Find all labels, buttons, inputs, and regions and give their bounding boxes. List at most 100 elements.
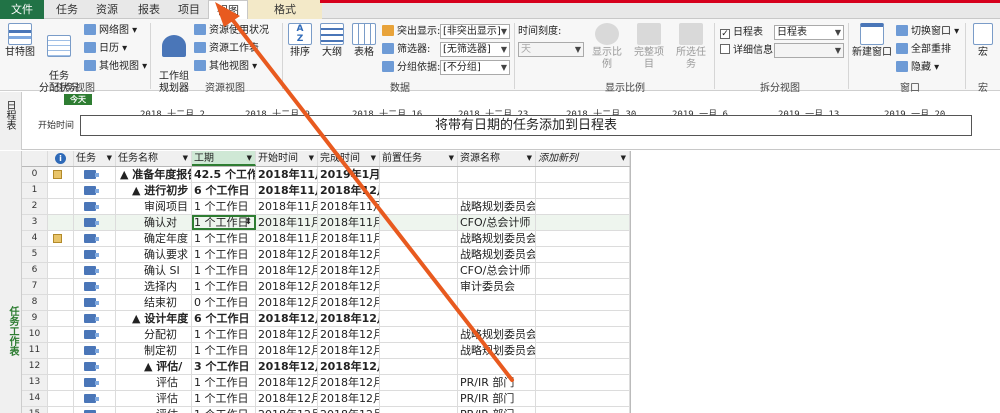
cell-start[interactable]: 2018年12月 [256,311,318,326]
select-all-corner[interactable] [22,151,48,166]
tables-button[interactable]: 表格 [350,23,378,59]
indicator-cell[interactable] [48,215,74,230]
cell-duration[interactable]: 6 个工作日 [192,183,256,198]
task-mode-cell[interactable] [74,167,116,182]
row-number[interactable]: 3 [22,215,48,230]
cell-name[interactable]: 制定初 [116,343,192,358]
task-mode-cell[interactable] [74,215,116,230]
cell-finish[interactable]: 2018年12月 [318,183,380,198]
group-by-dropdown[interactable]: [不分组] ▼ [440,60,510,75]
timeline-view-dropdown[interactable]: 日程表 ▼ [774,25,844,40]
cell-duration[interactable]: 1 个工作日 [192,391,256,406]
sort-button[interactable]: AZ 排序 [286,23,314,59]
cell-duration[interactable]: 1 个工作日 [192,231,256,246]
cell-start[interactable]: 2018年12月 [256,343,318,358]
indicator-cell[interactable] [48,327,74,342]
cell-finish[interactable]: 2019年1月2 [318,167,380,182]
cell-res[interactable]: 审计委员会 [458,279,536,294]
cell-finish[interactable]: 2018年12月14 [318,407,380,413]
tab-task[interactable]: 任务 [50,0,84,19]
timeline-bar[interactable]: 将带有日期的任务添加到日程表 [80,115,972,136]
cell-res[interactable]: PR/IR 部门 [458,375,536,390]
tab-format[interactable]: 格式 [248,0,322,19]
indicator-cell[interactable] [48,167,74,182]
row-number[interactable]: 2 [22,199,48,214]
cell-res[interactable]: 战略规划委员会 [458,199,536,214]
tab-view[interactable]: 视图 [208,0,248,19]
cell-pred[interactable] [380,407,458,413]
table-row[interactable]: 9 ▲ 设计年度 6 个工作日 2018年12月2018年12月 [22,311,630,327]
table-row[interactable]: 2 审阅项目 1 个工作日 2018年11月 2018年11月 战略规划委员会 [22,199,630,215]
cell-res[interactable]: CFO/总会计师 [458,215,536,230]
cell-name[interactable]: 审阅项目 [116,199,192,214]
cell-duration[interactable]: 0 个工作日 [192,295,256,310]
cell-pred[interactable] [380,295,458,310]
task-mode-cell[interactable] [74,327,116,342]
cell-finish[interactable]: 2018年11月 [318,199,380,214]
cell-finish[interactable]: 2018年12月11 [318,375,380,390]
task-mode-cell[interactable] [74,359,116,374]
cell-res[interactable] [458,311,536,326]
table-row[interactable]: 8 结束初 0 个工作日 2018年12月2018年12月7 [22,295,630,311]
empty-cell[interactable] [536,327,630,342]
cell-pred[interactable] [380,263,458,278]
empty-cell[interactable] [536,263,630,278]
cell-name[interactable]: 确认对 [116,215,192,230]
cell-duration[interactable]: 42.5 个工作日 [192,167,256,182]
table-row[interactable]: 1 ▲ 进行初步 6 个工作日 2018年11月2018年12月 [22,183,630,199]
row-number[interactable]: 15 [22,407,48,413]
arrange-all-button[interactable]: 全部重排 [896,42,951,57]
task-mode-cell[interactable] [74,407,116,413]
cell-start[interactable]: 2018年12月 [256,247,318,262]
indicator-cell[interactable] [48,407,74,413]
cell-finish[interactable]: 2018年12月5 [318,263,380,278]
cell-finish[interactable]: 2018年12月10 [318,343,380,358]
row-number[interactable]: 0 [22,167,48,182]
cell-duration[interactable]: 1 个工作日 [192,375,256,390]
cell-finish[interactable]: 2018年12月6 [318,279,380,294]
cell-pred[interactable] [380,391,458,406]
empty-cell[interactable] [536,247,630,262]
empty-cell[interactable] [536,231,630,246]
cell-pred[interactable] [380,359,458,374]
cell-finish[interactable]: 2018年11月2 [318,215,380,230]
row-number[interactable]: 8 [22,295,48,310]
empty-cell[interactable] [536,295,630,310]
resource-usage-button[interactable]: 资源使用状况 [194,23,272,38]
start-column-header[interactable]: 开始时间 ▼ [256,151,318,166]
cell-finish[interactable]: 2018年12月7 [318,295,380,310]
empty-cell[interactable] [536,183,630,198]
cell-name[interactable]: 结束初 [116,295,192,310]
task-name-column-header[interactable]: 任务名称 ▼ [116,151,192,166]
tab-report[interactable]: 报表 [132,0,166,19]
cell-res[interactable] [458,359,536,374]
cell-start[interactable]: 2018年12月 [256,407,318,413]
new-window-button[interactable]: 新建窗口 [852,23,892,59]
row-number[interactable]: 9 [22,311,48,326]
cell-name[interactable]: 确认要求 [116,247,192,262]
zoom-button[interactable]: 显示比例 [588,23,626,71]
row-number[interactable]: 11 [22,343,48,358]
outline-button[interactable]: 大纲 [318,23,346,59]
task-mode-cell[interactable] [74,183,116,198]
table-row[interactable]: 7 选择内 1 个工作日 2018年12月2018年12月6 审计委员会 [22,279,630,295]
timescale-dropdown[interactable]: 天 ▼ [518,42,584,57]
empty-cell[interactable] [536,343,630,358]
details-view-dropdown[interactable]: ▼ [774,43,844,58]
table-row[interactable]: 11 制定初 1 个工作日 2018年12月2018年12月10 战略规划委员会 [22,343,630,359]
table-row[interactable]: 4 确定年度 1 个工作日 2018年11月2018年11月3 战略规划委员会 [22,231,630,247]
empty-cell[interactable] [536,391,630,406]
spinner-icon[interactable]: ⬍ [244,215,252,230]
indicator-cell[interactable] [48,231,74,246]
cell-res[interactable]: CFO/总会计师 [458,263,536,278]
table-row[interactable]: 12 ▲ 评估/3 个工作日 2018年12月2018年12月 [22,359,630,375]
indicator-cell[interactable] [48,311,74,326]
cell-res[interactable]: 战略规划委员会 [458,231,536,246]
cell-start[interactable]: 2018年12月 [256,375,318,390]
task-mode-cell[interactable] [74,343,116,358]
hide-window-button[interactable]: 隐藏 ▾ [896,60,939,75]
cell-pred[interactable] [380,247,458,262]
task-mode-cell[interactable] [74,391,116,406]
duration-column-header[interactable]: 工期 ▼ [192,151,256,166]
add-new-column-header[interactable]: 添加新列 ▼ [536,151,630,166]
